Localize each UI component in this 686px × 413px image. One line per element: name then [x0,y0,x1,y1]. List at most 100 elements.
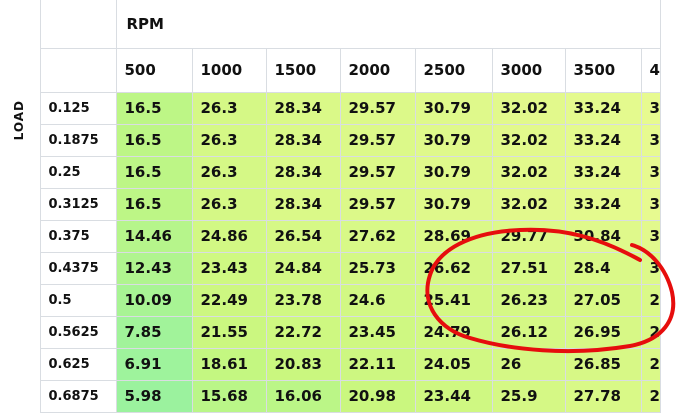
map-cell[interactable]: 2 [641,348,661,381]
map-cell[interactable]: 27.78 [565,380,642,413]
map-cell[interactable]: 16.5 [116,156,193,189]
map-cell[interactable]: 32.02 [492,124,566,157]
map-cell[interactable]: 3 [641,252,661,285]
load-row-header: 0.625 [40,348,117,381]
load-row-header: 0.1875 [40,124,117,157]
load-row-header: 0.4375 [40,252,117,285]
map-cell[interactable]: 16.5 [116,124,193,157]
map-cell[interactable]: 29.57 [340,156,416,189]
map-cell[interactable]: 32.02 [492,156,566,189]
map-cell[interactable]: 24.84 [266,252,341,285]
map-cell[interactable]: 23.45 [340,316,416,349]
map-cell[interactable]: 27.62 [340,220,416,253]
map-cell[interactable]: 27.05 [565,284,642,317]
rpm-column-header: 500 [116,48,193,93]
map-cell[interactable]: 21.55 [192,316,267,349]
map-cell[interactable]: 28.34 [266,188,341,221]
map-cell[interactable]: 28.4 [565,252,642,285]
rpm-column-header: 3500 [565,48,642,93]
map-cell[interactable]: 25.73 [340,252,416,285]
map-cell[interactable]: 5.98 [116,380,193,413]
map-cell[interactable]: 27.51 [492,252,566,285]
table-row: 0.3125 16.5 26.3 28.34 29.57 30.79 32.02 33.24 3 [0,188,661,221]
load-row-header: 0.5625 [40,316,117,349]
table-row: 0.1875 16.5 26.3 28.34 29.57 30.79 32.02 33.24 3 [0,124,661,157]
map-cell[interactable]: 24.6 [340,284,416,317]
rpm-column-header: 3000 [492,48,566,93]
map-cell[interactable]: 26.3 [192,156,267,189]
map-cell[interactable]: 16.5 [116,188,193,221]
table-row: 0.6875 5.98 15.68 16.06 20.98 23.44 25.9 27.78 2 [0,380,661,413]
map-cell[interactable]: 30.79 [415,156,493,189]
map-cell[interactable]: 26.23 [492,284,566,317]
map-cell[interactable]: 25.41 [415,284,493,317]
load-row-header: 0.3125 [40,188,117,221]
map-cell[interactable]: 3 [641,220,661,253]
map-cell[interactable]: 29.57 [340,124,416,157]
load-row-header: 0.5 [40,284,117,317]
map-cell[interactable]: 20.98 [340,380,416,413]
map-cell[interactable]: 33.24 [565,156,642,189]
map-cell[interactable]: 30.79 [415,188,493,221]
map-cell[interactable]: 24.79 [415,316,493,349]
map-cell[interactable]: 26 [492,348,566,381]
map-cell[interactable]: 3 [641,92,661,125]
map-cell[interactable]: 14.46 [116,220,193,253]
map-cell[interactable]: 26.3 [192,92,267,125]
map-cell[interactable]: 2 [641,284,661,317]
map-cell[interactable]: 29.77 [492,220,566,253]
map-cell[interactable]: 3 [641,156,661,189]
table-row: 0.5625 7.85 21.55 22.72 23.45 24.79 26.12 26.95… [0,316,661,349]
map-cell[interactable]: 33.24 [565,188,642,221]
rpm-column-header: 1500 [266,48,341,93]
table-row: 0.5 10.09 22.49 23.78 24.6 25.41 26.23 27.05 2 [0,284,661,317]
map-cell[interactable]: 32.02 [492,92,566,125]
map-cell[interactable]: 28.69 [415,220,493,253]
map-cell[interactable]: 22.49 [192,284,267,317]
map-cell[interactable]: 26.85 [565,348,642,381]
map-cell[interactable]: 33.24 [565,124,642,157]
map-cell[interactable]: 24.05 [415,348,493,381]
map-cell[interactable]: 28.34 [266,156,341,189]
map-cell[interactable]: 16.5 [116,92,193,125]
map-cell[interactable]: 23.78 [266,284,341,317]
table-row: 0.4375 12.43 23.43 24.84 25.73 26.62 27.51 28.4… [0,252,661,285]
map-cell[interactable]: 2 [641,380,661,413]
map-cell[interactable]: 26.3 [192,124,267,157]
map-cell[interactable]: 30.79 [415,124,493,157]
rpm-axis-title: RPM [116,0,661,49]
table-row: 0.625 6.91 18.61 20.83 22.11 24.05 26 26.85 2 [0,348,661,381]
map-cell[interactable]: 25.9 [492,380,566,413]
map-cell[interactable]: 26.95 [565,316,642,349]
map-cell[interactable]: 26.3 [192,188,267,221]
map-cell[interactable]: 33.24 [565,92,642,125]
map-cell[interactable]: 3 [641,124,661,157]
load-row-header: 0.125 [40,92,117,125]
map-cell[interactable]: 23.44 [415,380,493,413]
map-cell[interactable]: 28.34 [266,124,341,157]
map-cell[interactable]: 23.43 [192,252,267,285]
map-cell[interactable]: 18.61 [192,348,267,381]
map-cell[interactable]: 20.83 [266,348,341,381]
map-cell[interactable]: 22.11 [340,348,416,381]
map-cell[interactable]: 28.34 [266,92,341,125]
map-cell[interactable]: 16.06 [266,380,341,413]
map-cell[interactable]: 26.54 [266,220,341,253]
map-cell[interactable]: 12.43 [116,252,193,285]
map-cell[interactable]: 24.86 [192,220,267,253]
map-cell[interactable]: 10.09 [116,284,193,317]
map-cell[interactable]: 26.62 [415,252,493,285]
map-cell[interactable]: 32.02 [492,188,566,221]
map-cell[interactable]: 15.68 [192,380,267,413]
map-cell[interactable]: 26.12 [492,316,566,349]
map-cell[interactable]: 6.91 [116,348,193,381]
map-cell[interactable]: 30.79 [415,92,493,125]
map-cell[interactable]: 7.85 [116,316,193,349]
map-cell[interactable]: 2 [641,316,661,349]
table-row: 0.375 14.46 24.86 26.54 27.62 28.69 29.77 30.84… [0,220,661,253]
map-cell[interactable]: 30.84 [565,220,642,253]
map-cell[interactable]: 29.57 [340,188,416,221]
map-cell[interactable]: 29.57 [340,92,416,125]
map-cell[interactable]: 3 [641,188,661,221]
map-cell[interactable]: 22.72 [266,316,341,349]
